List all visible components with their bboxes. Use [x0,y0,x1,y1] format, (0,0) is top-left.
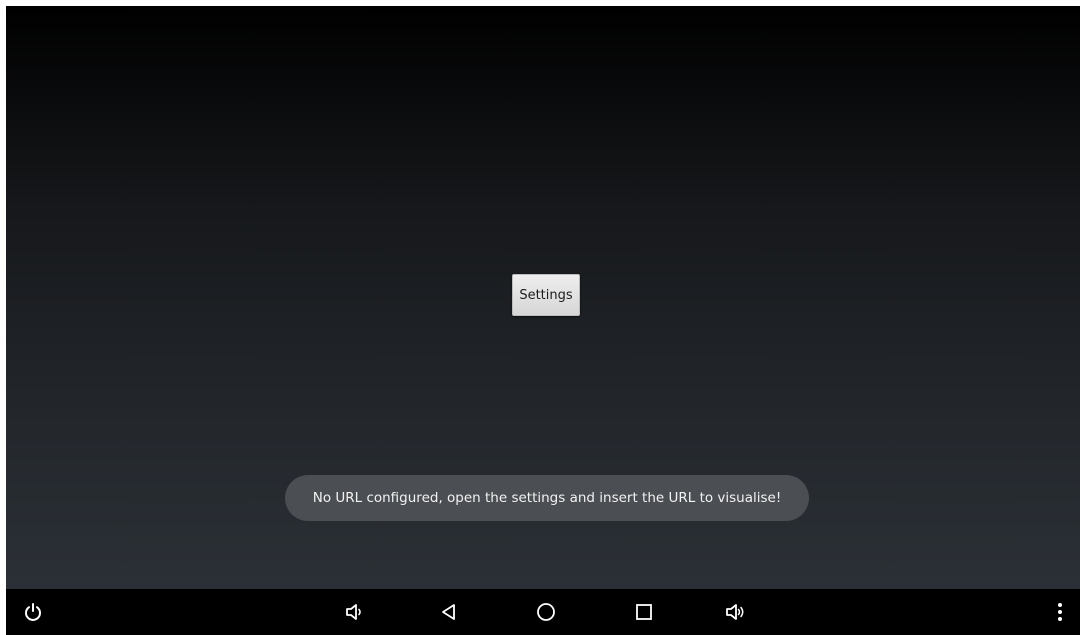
overflow-menu-icon[interactable] [1040,589,1080,635]
power-icon[interactable] [13,589,53,635]
home-icon[interactable] [526,589,566,635]
back-icon[interactable] [429,589,469,635]
navigation-bar [6,589,1080,635]
settings-button[interactable]: Settings [512,274,580,316]
toast-message: No URL configured, open the settings and… [285,475,809,521]
app-screen: Settings No URL configured, open the set… [6,6,1080,589]
device-frame: Settings No URL configured, open the set… [6,6,1080,635]
volume-down-icon[interactable] [335,589,375,635]
recents-icon[interactable] [624,589,664,635]
volume-up-icon[interactable] [716,589,756,635]
